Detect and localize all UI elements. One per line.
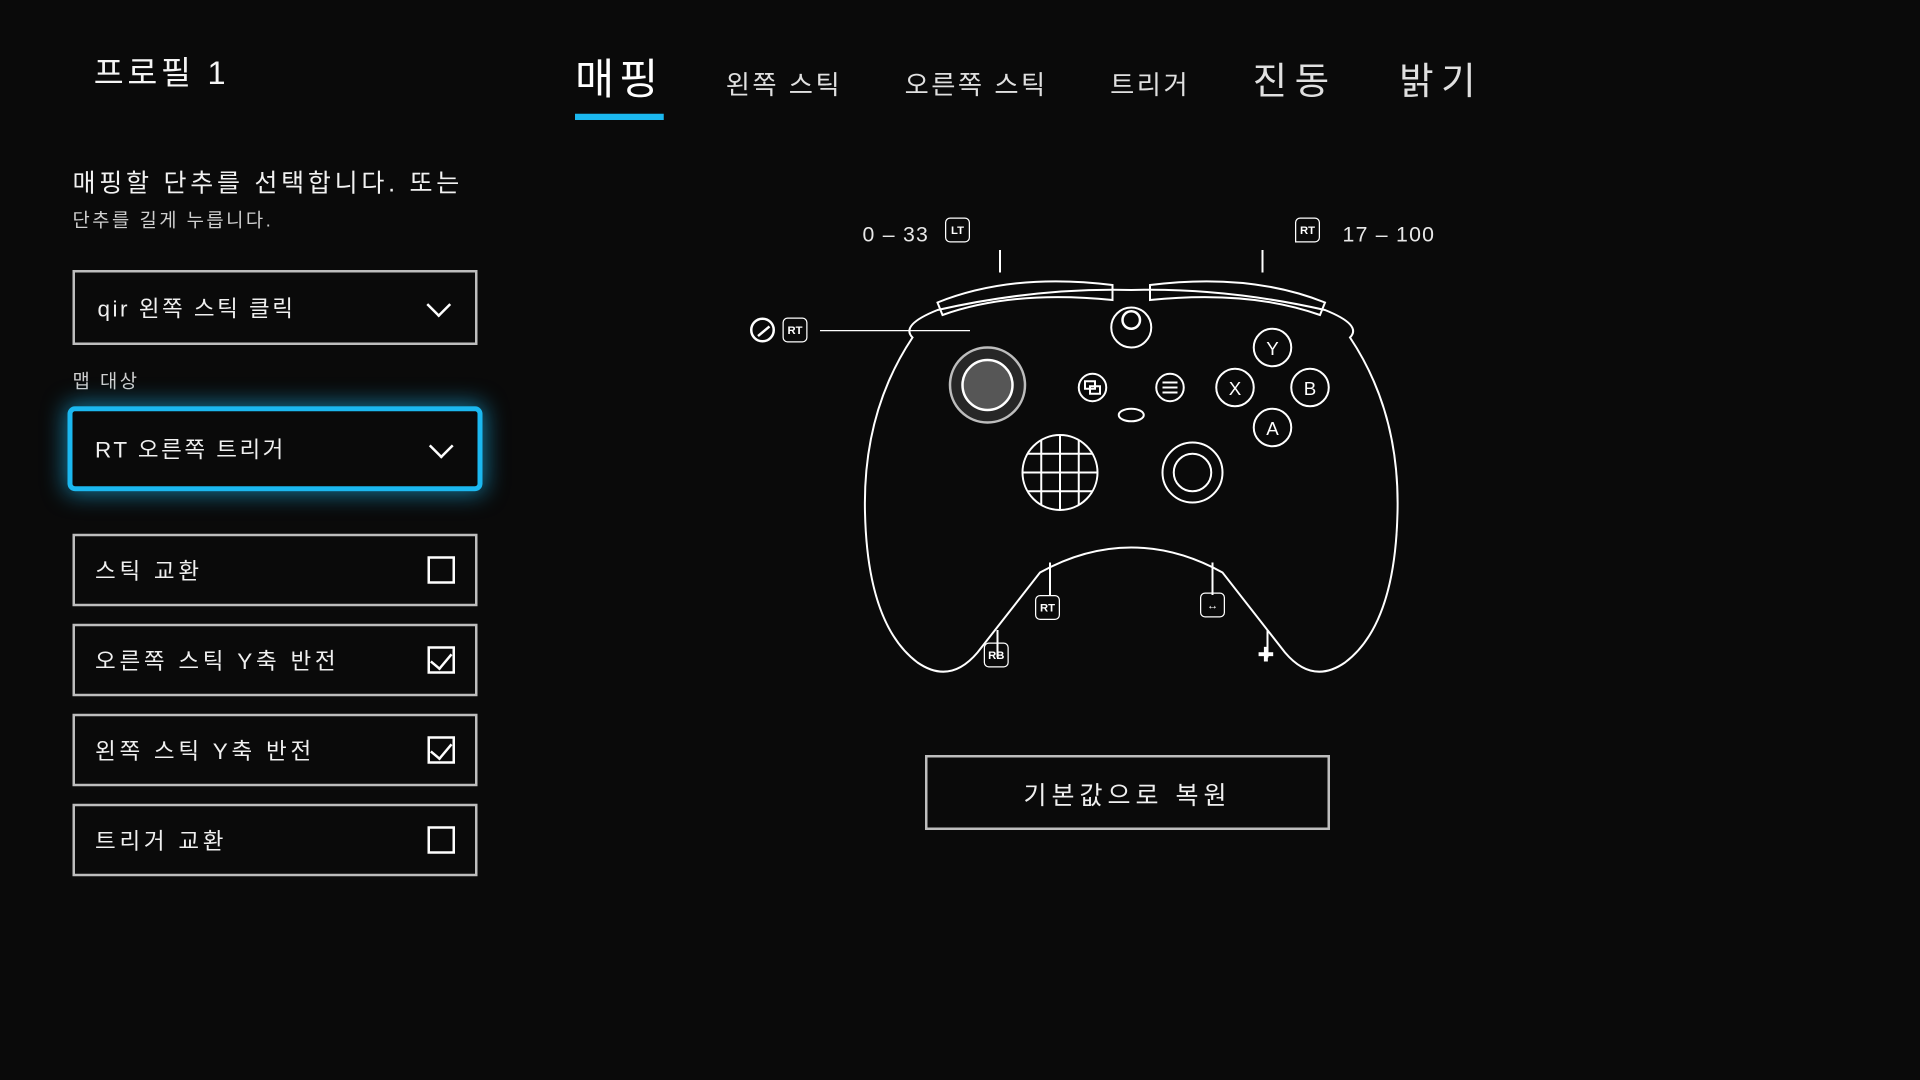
- chevron-down-icon: [425, 294, 453, 322]
- tab-triggers[interactable]: 트리거: [1110, 65, 1190, 110]
- chevron-down-icon: [428, 435, 456, 463]
- tab-left-stick[interactable]: 왼쪽 스틱: [726, 65, 842, 110]
- left-stick-mapping-indicator: RT: [750, 318, 808, 343]
- svg-text:Y: Y: [1266, 338, 1279, 359]
- swap-sticks-toggle[interactable]: 스틱 교환: [73, 534, 478, 607]
- tab-brightness[interactable]: 밝기: [1399, 50, 1483, 113]
- controller-diagram: 0 – 33 LT RT 17 – 100 RT: [738, 200, 1638, 850]
- invert-right-y-toggle[interactable]: 오른쪽 스틱 Y축 반전: [73, 624, 478, 697]
- invert-left-y-label: 왼쪽 스틱 Y축 반전: [95, 734, 315, 767]
- rt-mini-badge-icon: RT: [783, 318, 808, 343]
- tab-mapping[interactable]: 매핑: [575, 45, 663, 120]
- checkbox-icon: [428, 826, 456, 854]
- tab-vibration[interactable]: 진동: [1253, 50, 1337, 113]
- lt-badge-icon: LT: [945, 218, 970, 243]
- invert-left-y-toggle[interactable]: 왼쪽 스틱 Y축 반전: [73, 714, 478, 787]
- invert-right-y-label: 오른쪽 스틱 Y축 반전: [95, 644, 339, 677]
- paddle-lower-right-icon: ✚: [1258, 643, 1275, 668]
- svg-text:A: A: [1266, 418, 1279, 439]
- header: 프로필 1 매핑 왼쪽 스틱 오른쪽 스틱 트리거 진동 밝기: [0, 38, 1920, 113]
- rt-range-label: 17 – 100: [1343, 223, 1436, 248]
- prompt-line-1: 매핑할 단추를 선택합니다. 또는: [73, 163, 498, 199]
- rt-badge-icon: RT: [1295, 218, 1320, 243]
- controller-outline-icon: Y X B A: [863, 250, 1401, 700]
- swap-sticks-label: 스틱 교환: [95, 554, 203, 587]
- paddle-lower-left-icon: RB: [984, 643, 1009, 668]
- swap-triggers-label: 트리거 교환: [95, 824, 227, 857]
- restore-defaults-button[interactable]: 기본값으로 복원: [925, 755, 1330, 830]
- target-button-value: RT 오른쪽 트리거: [95, 433, 286, 466]
- swap-triggers-toggle[interactable]: 트리거 교환: [73, 804, 478, 877]
- disabled-icon: [750, 318, 775, 343]
- svg-text:B: B: [1304, 378, 1317, 399]
- paddle-upper-left-icon: RT: [1035, 595, 1060, 620]
- tabs: 매핑 왼쪽 스틱 오른쪽 스틱 트리거 진동 밝기: [575, 45, 1483, 120]
- lt-range-label: 0 – 33: [863, 223, 930, 248]
- target-button-select[interactable]: RT 오른쪽 트리거: [68, 406, 483, 491]
- paddle-upper-right-icon: ↔: [1200, 593, 1225, 618]
- tab-right-stick[interactable]: 오른쪽 스틱: [905, 65, 1048, 110]
- restore-defaults-label: 기본값으로 복원: [1024, 774, 1232, 810]
- map-target-heading: 맵 대상: [73, 368, 498, 394]
- checkbox-checked-icon: [428, 736, 456, 764]
- source-button-select[interactable]: qir 왼쪽 스틱 클릭: [73, 270, 478, 345]
- checkbox-checked-icon: [428, 646, 456, 674]
- prompt-line-2: 단추를 길게 누릅니다.: [73, 206, 498, 232]
- profile-name: 프로필 1: [94, 48, 230, 94]
- source-button-value: qir 왼쪽 스틱 클릭: [98, 291, 296, 324]
- checkbox-icon: [428, 556, 456, 584]
- svg-text:X: X: [1229, 378, 1242, 399]
- mapping-panel: 매핑할 단추를 선택합니다. 또는 단추를 길게 누릅니다. qir 왼쪽 스틱…: [73, 163, 498, 877]
